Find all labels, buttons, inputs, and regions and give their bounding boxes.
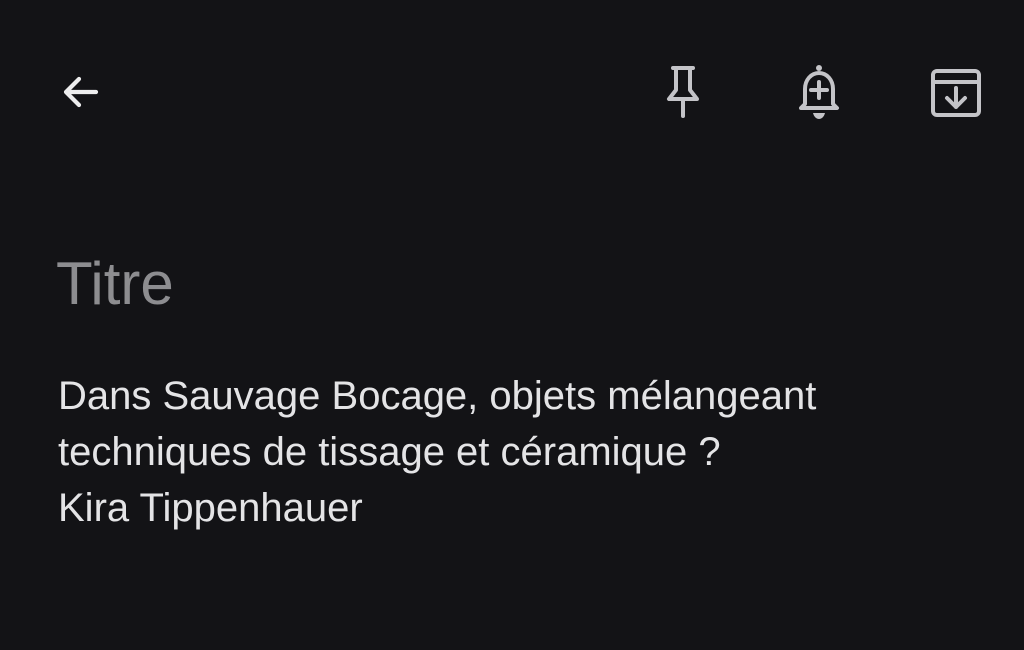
reminder-button[interactable] xyxy=(787,60,851,124)
note-body-line: Dans Sauvage Bocage, objets mélangeant xyxy=(58,374,817,418)
archive-icon xyxy=(928,64,984,120)
note-toolbar xyxy=(0,0,1024,190)
note-body-line: Kira Tippenhauer xyxy=(58,486,363,530)
note-body-line: techniques de tissage et céramique ? xyxy=(58,430,721,474)
pin-icon xyxy=(659,62,707,122)
pin-button[interactable] xyxy=(651,60,715,124)
archive-button[interactable] xyxy=(924,60,988,124)
note-title-field[interactable]: Titre xyxy=(56,248,956,320)
back-button[interactable] xyxy=(48,60,112,124)
note-body-field[interactable]: Dans Sauvage Bocage, objets mélangeant t… xyxy=(58,368,978,536)
arrow-back-icon xyxy=(56,68,104,116)
add-alert-icon xyxy=(793,62,845,122)
